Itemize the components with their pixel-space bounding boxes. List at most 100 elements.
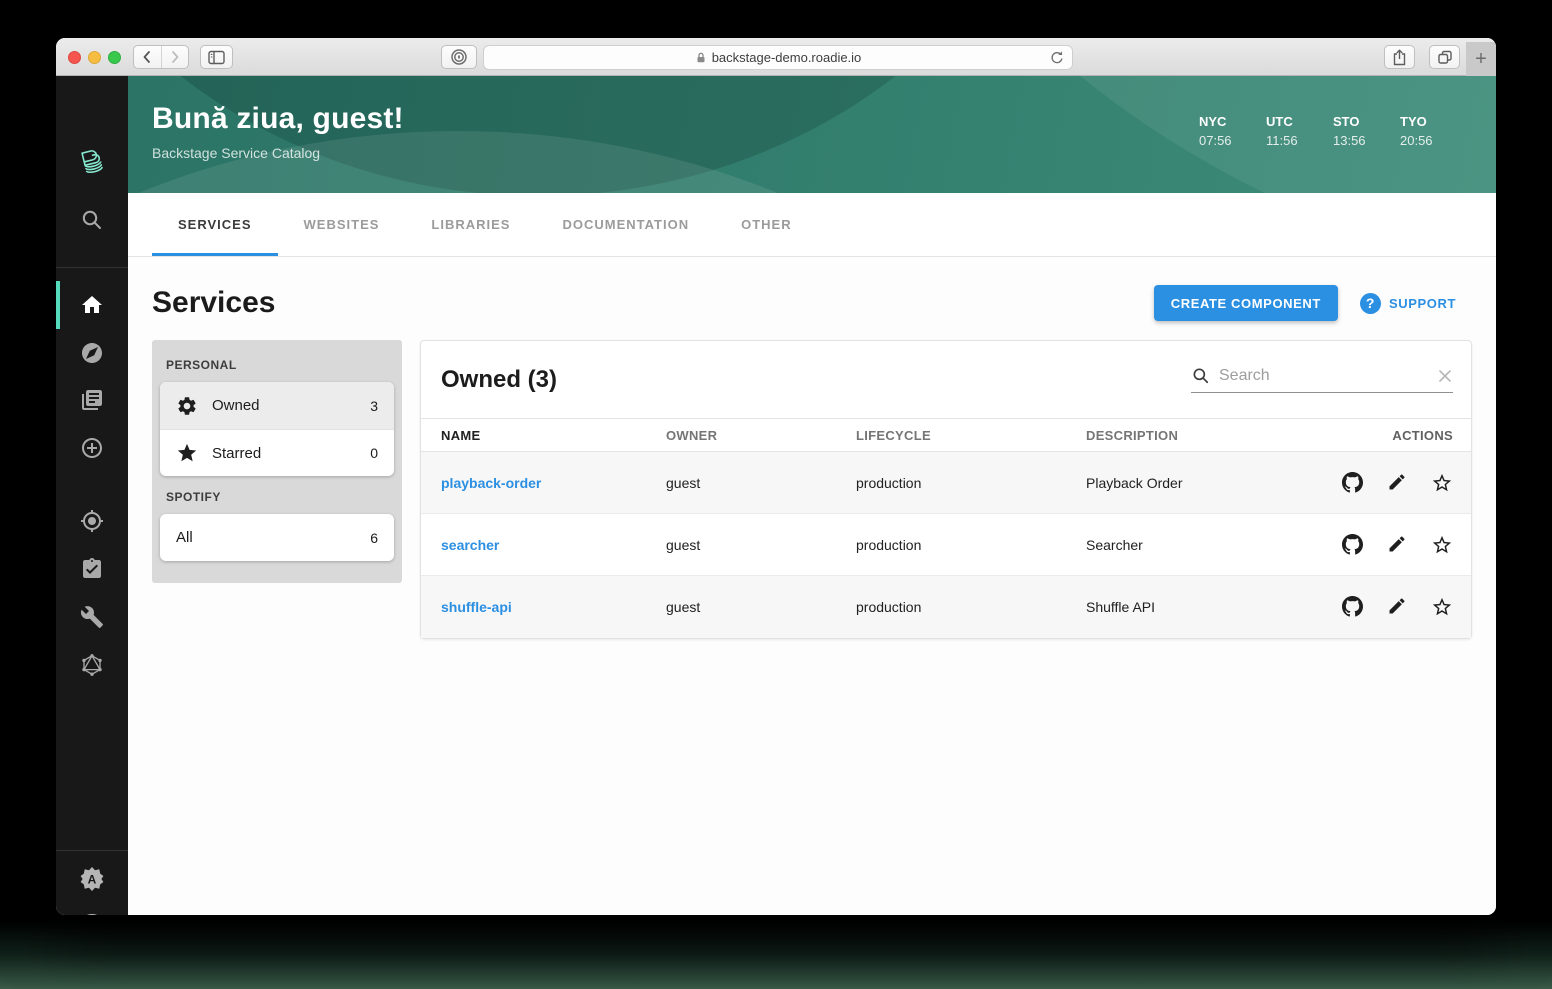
gps-fixed-icon [80, 509, 104, 533]
sidebar-toggle-button[interactable] [200, 45, 233, 69]
column-name: NAME [441, 427, 481, 443]
column-owner: OWNER [666, 427, 718, 443]
filter-card-spotify: All 6 [160, 514, 394, 561]
clock-label: STO [1333, 114, 1360, 129]
forward-button[interactable] [160, 46, 189, 68]
sidebar-item-administration[interactable]: A [56, 855, 128, 903]
close-window-button[interactable] [68, 50, 81, 64]
column-actions: ACTIONS [1392, 427, 1453, 443]
address-bar[interactable]: backstage-demo.roadie.io [483, 45, 1073, 70]
star-toggle-button[interactable] [1431, 596, 1453, 618]
onepassword-icon [450, 48, 468, 66]
minimize-window-button[interactable] [88, 50, 101, 64]
column-lifecycle: LIFECYCLE [856, 427, 931, 443]
filter-item-owned[interactable]: Owned 3 [160, 382, 394, 429]
card-title: Owned (3) [441, 365, 558, 393]
lifecycle-cell: production [856, 599, 922, 615]
edit-button[interactable] [1387, 596, 1407, 618]
search-input[interactable] [1219, 367, 1429, 385]
filter-label: Starred [212, 444, 262, 462]
reload-button[interactable] [1048, 49, 1066, 67]
table-row: searcher guest production Searcher [421, 514, 1471, 576]
column-description: DESCRIPTION [1086, 427, 1179, 443]
lifecycle-cell: production [856, 536, 922, 553]
tab-services[interactable]: SERVICES [152, 193, 278, 256]
filter-label: Owned [212, 397, 260, 414]
owned-services-card: Owned (3) NAME OWNER LIFECYCLE DESCRIPTI… [420, 340, 1472, 639]
tab-documentation[interactable]: DOCUMENTATION [536, 193, 715, 256]
share-button[interactable] [1384, 45, 1415, 69]
sidebar-item-logo[interactable] [56, 136, 128, 184]
zoom-window-button[interactable] [108, 50, 121, 64]
sidebar-divider [56, 267, 128, 268]
plus-icon: + [1475, 48, 1487, 70]
github-link-button[interactable] [1342, 533, 1363, 556]
backstage-app: A G Bună ziua, guest! Backstage Service … [56, 76, 1496, 915]
clock-time: 11:56 [1266, 133, 1298, 148]
svg-text:A: A [88, 873, 97, 887]
filter-count: 3 [370, 397, 378, 414]
clock-time: 07:56 [1199, 133, 1232, 148]
history-nav-group [133, 45, 189, 69]
user-avatar: G [77, 913, 107, 915]
tab-websites[interactable]: WEBSITES [278, 193, 406, 256]
edit-button[interactable] [1387, 534, 1407, 556]
entity-link[interactable]: searcher [441, 537, 499, 553]
sidebar-toggle-icon [208, 50, 225, 65]
greeting-title: Bună ziua, guest! [152, 102, 404, 135]
edit-button[interactable] [1387, 472, 1407, 494]
library-icon [80, 388, 104, 412]
admin-badge-icon: A [78, 865, 106, 893]
page-title: Services [152, 286, 276, 319]
clear-search-button[interactable] [1437, 368, 1453, 384]
tab-other[interactable]: OTHER [715, 193, 818, 256]
star-toggle-button[interactable] [1431, 472, 1453, 494]
github-link-button[interactable] [1342, 471, 1363, 494]
home-icon [80, 293, 104, 317]
table-search [1191, 366, 1453, 393]
sidebar-item-home[interactable] [56, 281, 128, 329]
sidebar-item-tools[interactable] [56, 593, 128, 641]
star-toggle-button[interactable] [1431, 534, 1453, 556]
sidebar-item-tech-radar[interactable] [56, 497, 128, 545]
create-component-button[interactable]: CREATE COMPONENT [1153, 285, 1338, 321]
entity-link[interactable]: shuffle-api [441, 599, 512, 615]
filter-card-personal: Owned 3 Starred 0 [160, 382, 394, 476]
sidebar-item-user[interactable]: G [56, 904, 128, 915]
card-header: Owned (3) [421, 341, 1471, 418]
filter-count: 0 [370, 445, 378, 461]
description-cell: Shuffle API [1086, 599, 1156, 615]
clock-tyo: TYO 20:56 [1400, 114, 1436, 148]
share-icon [1392, 49, 1407, 66]
sidebar-item-docs[interactable] [56, 376, 128, 424]
table-body: playback-order guest production Playback… [421, 452, 1471, 638]
clock-time: 20:56 [1400, 133, 1433, 148]
tab-libraries[interactable]: LIBRARIES [405, 193, 536, 256]
search-icon [1191, 366, 1211, 386]
password-extension-button[interactable] [441, 45, 477, 69]
star-icon [176, 442, 198, 464]
lock-icon [695, 51, 707, 64]
support-button[interactable]: ? SUPPORT [1359, 292, 1456, 314]
sidebar-item-search[interactable] [56, 196, 128, 244]
gear-icon [176, 395, 198, 417]
search-icon [80, 208, 104, 232]
filter-item-starred[interactable]: Starred 0 [160, 429, 394, 476]
new-tab-button[interactable]: + [1466, 42, 1496, 76]
filter-count: 6 [370, 529, 378, 546]
back-button[interactable] [134, 46, 161, 68]
github-link-button[interactable] [1342, 596, 1363, 618]
tab-overview-button[interactable] [1429, 45, 1460, 69]
sidebar-item-explore[interactable] [56, 329, 128, 377]
clock-time: 13:56 [1333, 133, 1366, 148]
entity-link[interactable]: playback-order [441, 475, 541, 491]
table-header-row: NAME OWNER LIFECYCLE DESCRIPTION ACTIONS [421, 418, 1471, 452]
filter-item-all[interactable]: All 6 [160, 514, 394, 561]
sidebar-item-graphiql[interactable] [56, 641, 128, 689]
sidebar-item-create[interactable] [56, 424, 128, 472]
sidebar-item-tech-insights[interactable] [56, 545, 128, 593]
catalog-tabs: SERVICES WEBSITES LIBRARIES DOCUMENTATIO… [128, 193, 1496, 257]
filter-group-heading: PERSONAL [166, 358, 237, 372]
clipboard-check-icon [80, 557, 104, 581]
filter-group-heading: SPOTIFY [166, 490, 221, 504]
